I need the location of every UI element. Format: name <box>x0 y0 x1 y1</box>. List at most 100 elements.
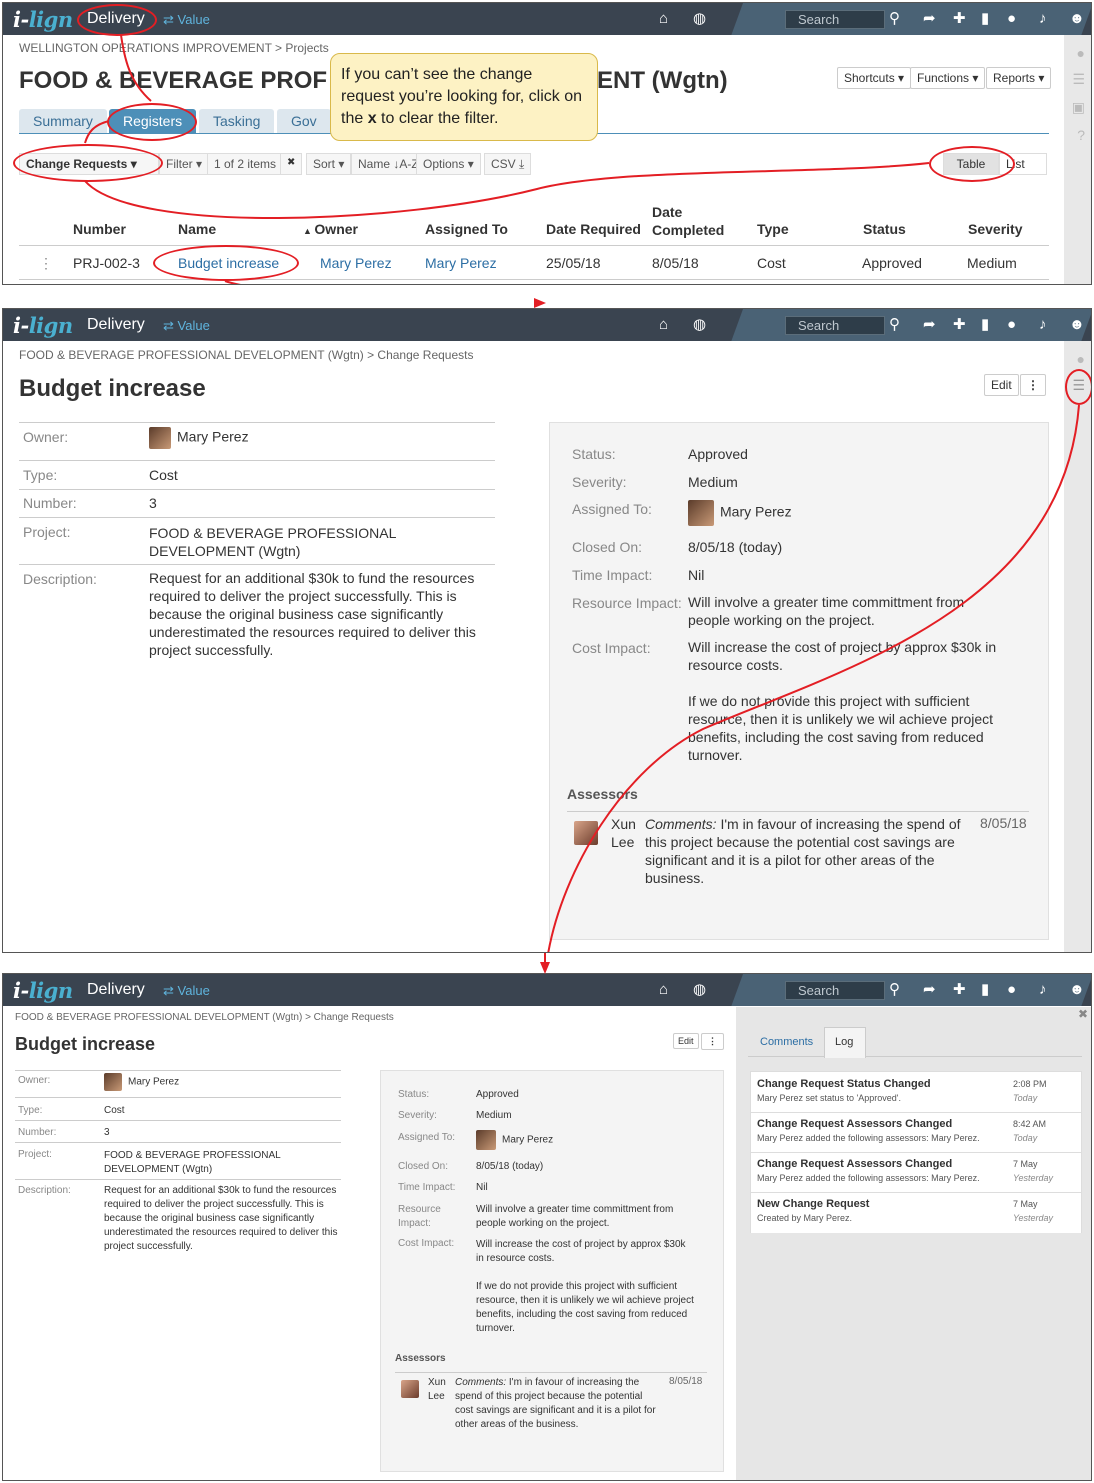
sort-button[interactable]: Sort ▾ <box>306 153 352 175</box>
add-icon[interactable]: ✚ <box>953 980 966 1000</box>
bell-icon[interactable]: ♪ <box>1039 315 1047 335</box>
type-label: Type: <box>18 1105 43 1116</box>
tab-governance[interactable]: Gov <box>277 109 331 133</box>
column-date-completed[interactable]: Date Completed <box>652 203 724 239</box>
bookmark-icon[interactable]: ▮ <box>981 9 989 29</box>
row-name-link[interactable]: Budget increase <box>178 255 279 271</box>
share-icon[interactable]: ➦ <box>923 9 936 29</box>
log-item[interactable]: Change Request Assessors Changed Mary Per… <box>751 1153 1081 1193</box>
project-link[interactable]: FOOD & BEVERAGE PROFESSIONAL DEVELOPMENT… <box>149 524 495 560</box>
share-icon[interactable]: ➦ <box>923 980 936 1000</box>
breadcrumb[interactable]: FOOD & BEVERAGE PROFESSIONAL DEVELOPMENT… <box>19 348 473 362</box>
reports-button[interactable]: Reports ▾ <box>986 67 1052 89</box>
user-icon[interactable]: ☻ <box>1069 980 1085 1000</box>
lock-icon[interactable]: ▣ <box>1072 99 1085 116</box>
assessor-link[interactable]: Xun Lee <box>611 815 641 851</box>
owner-link[interactable]: Mary Perez <box>149 427 249 449</box>
tab-comments[interactable]: Comments <box>750 1029 824 1057</box>
log-list-icon[interactable]: ☰ <box>1072 377 1085 394</box>
search-icon[interactable]: ⚲ <box>889 980 900 1000</box>
edit-button[interactable]: Edit <box>984 374 1019 396</box>
column-severity[interactable]: Severity <box>968 221 1022 237</box>
home-icon[interactable]: ⌂ <box>659 980 668 1000</box>
tab-registers[interactable]: Registers <box>109 109 197 133</box>
chat-icon[interactable]: ● <box>1007 9 1016 29</box>
search-input[interactable]: Search <box>785 10 885 29</box>
user-icon[interactable]: ☻ <box>1069 315 1085 335</box>
log-item[interactable]: Change Request Status Changed Mary Perez … <box>751 1073 1081 1113</box>
functions-button[interactable]: Functions ▾ <box>910 67 986 89</box>
comment-icon[interactable]: ● <box>1077 45 1085 61</box>
column-type[interactable]: Type <box>757 221 789 237</box>
register-select[interactable]: Change Requests ▾ <box>19 153 159 175</box>
column-name[interactable]: Name <box>178 221 216 237</box>
search-input[interactable]: Search <box>785 981 885 1000</box>
options-button[interactable]: Options ▾ <box>416 153 481 175</box>
home-icon[interactable]: ⌂ <box>659 315 668 335</box>
log-item[interactable]: Change Request Assessors Changed Mary Per… <box>751 1113 1081 1153</box>
chat-icon[interactable]: ● <box>1007 980 1016 1000</box>
module-delivery[interactable]: Delivery <box>87 316 145 334</box>
globe-icon[interactable]: ◍ <box>693 980 706 1000</box>
row-menu-icon[interactable]: ⋮ <box>39 255 53 272</box>
globe-icon[interactable]: ◍ <box>693 315 706 335</box>
globe-icon[interactable]: ◍ <box>693 9 706 29</box>
list-icon[interactable]: ☰ <box>1072 71 1085 88</box>
clear-filter-button[interactable]: ✖ <box>280 153 303 175</box>
comment-icon[interactable]: ● <box>1077 351 1085 367</box>
home-icon[interactable]: ⌂ <box>659 9 668 29</box>
module-delivery[interactable]: Delivery <box>87 10 145 28</box>
app-logo[interactable]: i-lign <box>13 313 73 338</box>
user-icon[interactable]: ☻ <box>1069 9 1085 29</box>
module-switch-value[interactable]: ⇄ Value <box>163 12 210 28</box>
bell-icon[interactable]: ♪ <box>1039 980 1047 1000</box>
detail-panel: i-lign Delivery ⇄ Value ⌂ ◍ Search ⚲ ➦ ✚… <box>2 308 1092 953</box>
shortcuts-button[interactable]: Shortcuts ▾ <box>837 67 912 89</box>
share-icon[interactable]: ➦ <box>923 315 936 335</box>
module-delivery[interactable]: Delivery <box>87 981 145 999</box>
more-button[interactable]: ⋮ <box>1020 374 1046 396</box>
module-switch-value[interactable]: ⇄ Value <box>163 983 210 999</box>
close-icon[interactable]: ✖ <box>1078 1007 1088 1021</box>
assigned-link[interactable]: Mary Perez <box>476 1130 553 1150</box>
column-assigned[interactable]: Assigned To <box>425 221 508 237</box>
tab-summary[interactable]: Summary <box>19 109 107 133</box>
avatar <box>104 1073 122 1091</box>
search-icon[interactable]: ⚲ <box>889 9 900 29</box>
help-icon[interactable]: ? <box>1077 127 1085 143</box>
tab-log[interactable]: Log <box>824 1027 866 1058</box>
list-view-button[interactable]: List <box>999 153 1047 175</box>
page-title-suffix: ENT (Wgtn) <box>597 67 728 94</box>
tab-tasking[interactable]: Tasking <box>199 109 275 133</box>
chat-icon[interactable]: ● <box>1007 315 1016 335</box>
more-button[interactable]: ⋮ <box>701 1033 724 1050</box>
filter-button[interactable]: Filter ▾ <box>159 153 210 175</box>
owner-link[interactable]: Mary Perez <box>104 1073 179 1091</box>
column-status[interactable]: Status <box>863 221 906 237</box>
bell-icon[interactable]: ♪ <box>1039 9 1047 29</box>
column-date-required[interactable]: Date Required <box>546 221 641 237</box>
app-logo[interactable]: i-lign <box>13 7 73 32</box>
bookmark-icon[interactable]: ▮ <box>981 980 989 1000</box>
sort-field[interactable]: Name ↓A-Z <box>351 153 426 175</box>
column-number[interactable]: Number <box>73 221 126 237</box>
csv-button[interactable]: CSV ⤓ <box>484 153 532 175</box>
breadcrumb[interactable]: FOOD & BEVERAGE PROFESSIONAL DEVELOPMENT… <box>15 1012 394 1023</box>
breadcrumb[interactable]: WELLINGTON OPERATIONS IMPROVEMENT > Proj… <box>19 41 329 55</box>
add-icon[interactable]: ✚ <box>953 9 966 29</box>
search-input[interactable]: Search <box>785 316 885 335</box>
edit-button[interactable]: Edit <box>673 1033 699 1049</box>
search-icon[interactable]: ⚲ <box>889 315 900 335</box>
add-icon[interactable]: ✚ <box>953 315 966 335</box>
row-owner-link[interactable]: Mary Perez <box>320 255 392 271</box>
assessor-link[interactable]: Xun Lee <box>428 1376 450 1404</box>
module-switch-value[interactable]: ⇄ Value <box>163 318 210 334</box>
table-view-button[interactable]: Table <box>943 153 999 175</box>
app-logo[interactable]: i-lign <box>13 978 73 1003</box>
project-link[interactable]: FOOD & BEVERAGE PROFESSIONAL DEVELOPMENT… <box>104 1149 304 1177</box>
log-item[interactable]: New Change Request Created by Mary Perez.… <box>751 1193 1081 1233</box>
assigned-link[interactable]: Mary Perez <box>688 500 792 526</box>
bookmark-icon[interactable]: ▮ <box>981 315 989 335</box>
column-owner[interactable]: ▲ Owner <box>303 221 358 237</box>
row-assigned-link[interactable]: Mary Perez <box>425 255 497 271</box>
